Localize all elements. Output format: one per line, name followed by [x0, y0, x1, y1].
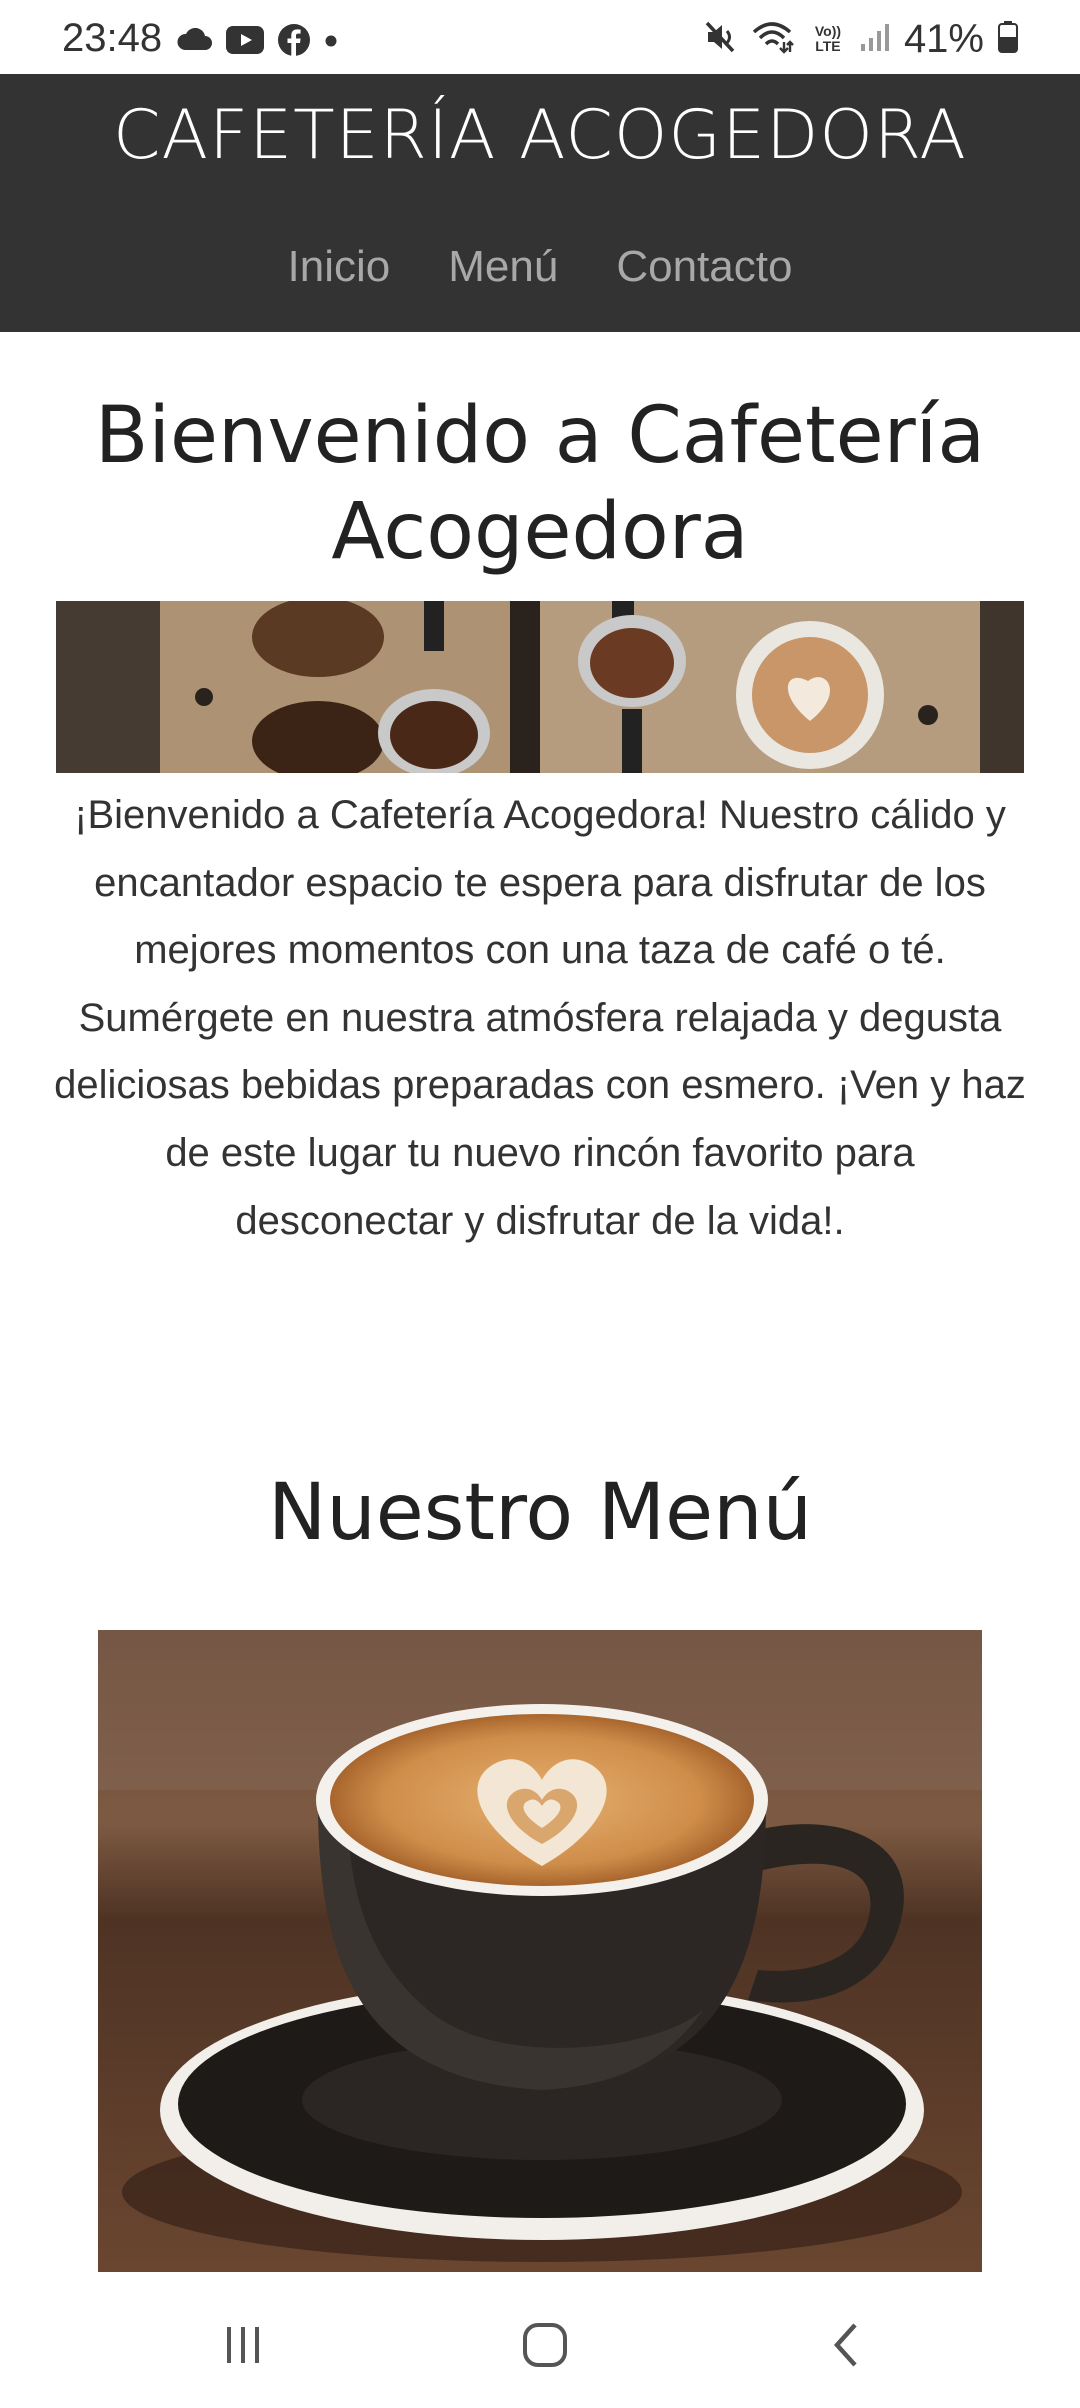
status-time: 23:48	[62, 16, 163, 60]
welcome-description: ¡Bienvenido a Cafetería Acogedora! Nuest…	[54, 793, 1026, 1243]
status-bar: 23:48 Vo)) LTE 41%	[0, 0, 1080, 74]
facebook-icon	[278, 24, 310, 60]
home-icon[interactable]	[510, 2310, 580, 2380]
battery-percentage: 41%	[903, 16, 984, 61]
coffee-banner-image	[56, 601, 1024, 773]
volte-icon: Vo)) LTE	[814, 23, 842, 54]
battery-icon	[998, 21, 1018, 57]
menu-heading: Nuestro Menú	[267, 1468, 813, 1558]
nav-link-contacto[interactable]: Contacto	[616, 242, 792, 292]
dot-icon	[324, 33, 338, 52]
cloud-icon	[176, 27, 212, 56]
wifi-icon	[752, 20, 796, 58]
main-nav: Inicio Menú Contacto	[0, 242, 1080, 292]
back-icon[interactable]	[812, 2310, 882, 2380]
recents-icon[interactable]	[208, 2310, 278, 2380]
notification-icons	[176, 22, 338, 62]
nav-link-inicio[interactable]: Inicio	[288, 242, 391, 292]
latte-cup-image	[98, 1630, 982, 2272]
site-header: CAFETERÍA ACOGEDORA Inicio Menú Contacto	[0, 74, 1080, 332]
signal-icon	[860, 22, 890, 56]
site-brand[interactable]: CAFETERÍA ACOGEDORA	[0, 96, 1080, 175]
nav-link-menu[interactable]: Menú	[448, 242, 558, 292]
youtube-icon	[226, 26, 264, 58]
system-navigation-bar	[0, 2272, 1080, 2408]
mute-icon	[702, 19, 738, 59]
system-icons: Vo)) LTE 41%	[702, 16, 1018, 62]
welcome-heading: Bienvenido a Cafetería Acogedora	[94, 391, 986, 577]
